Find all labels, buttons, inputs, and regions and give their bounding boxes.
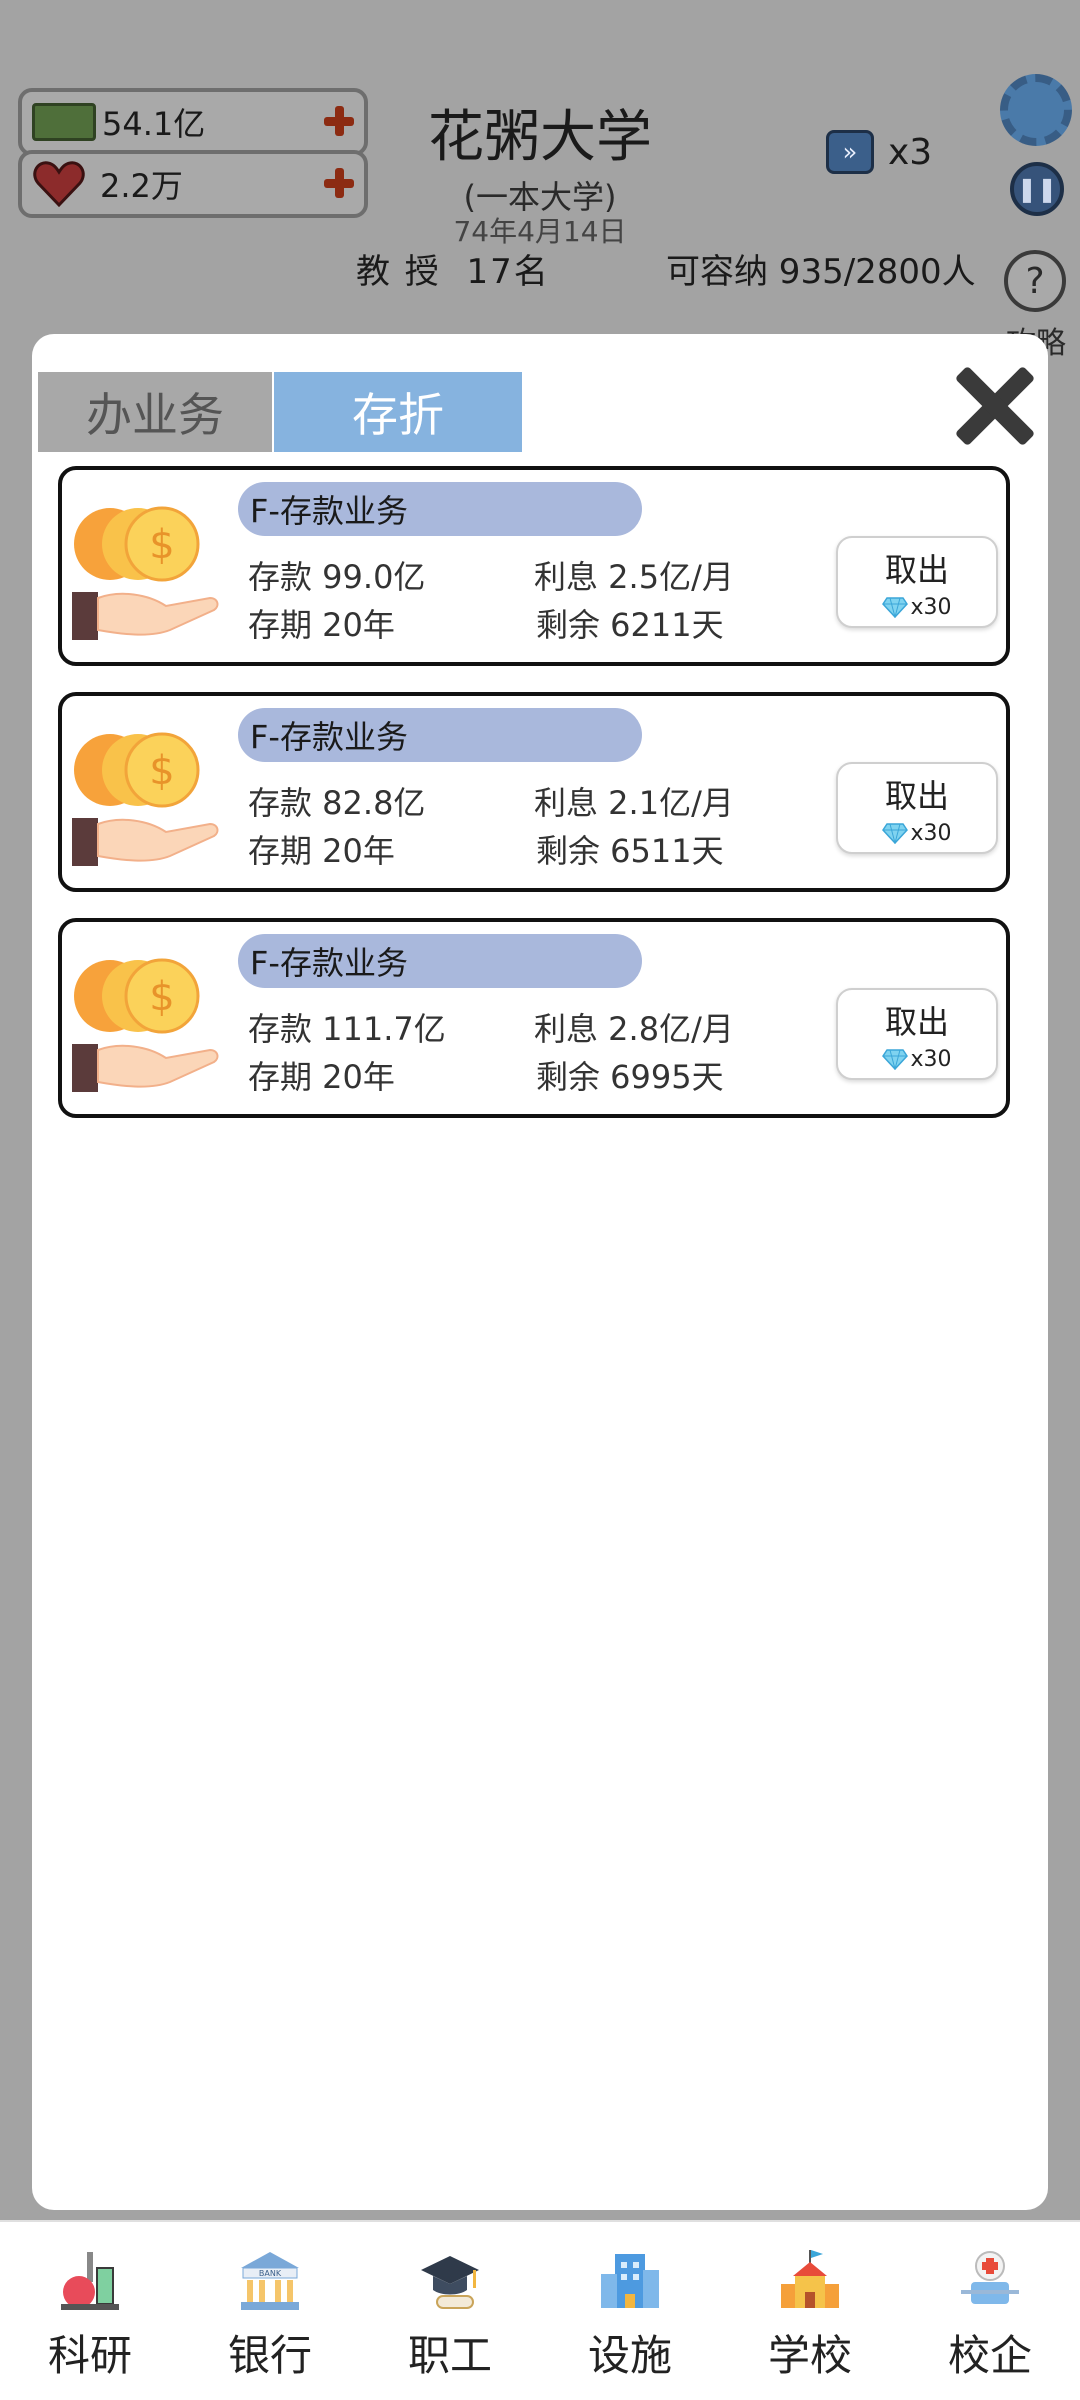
nav-label: 职工 (407, 2331, 492, 2380)
deposit-amount: 存款 82.8亿 (248, 784, 426, 822)
building-icon (601, 2254, 659, 2308)
deposit-type-tag: F-存款业务 (238, 934, 642, 988)
withdraw-label: 取出 (884, 776, 949, 815)
nav-label: 校企 (947, 2331, 1032, 2380)
fast-forward-icon[interactable]: » (826, 130, 874, 174)
speed-control[interactable]: » x3 (826, 130, 932, 174)
diamond-icon (882, 823, 909, 844)
coin-hand-icon: $ (72, 506, 219, 640)
deposit-card: $ F-存款业务 存款 82.8亿 存期 20年 利息 2.1亿/月 剩余 65… (58, 692, 1010, 892)
deposit-interest: 利息 2.5亿/月 (534, 558, 734, 596)
diamond-icon (882, 597, 909, 618)
svg-text:$: $ (149, 748, 174, 794)
nav-staff[interactable]: 职工 (365, 2222, 535, 2383)
nav-bank[interactable]: BANK 银行 (185, 2222, 355, 2383)
nav-label: 科研 (47, 2331, 132, 2380)
medical-icon (961, 2251, 1019, 2304)
coin-hand-icon: $ (72, 732, 219, 866)
nav-enterprise[interactable]: 校企 (905, 2222, 1075, 2383)
withdraw-label: 取出 (884, 1002, 949, 1041)
svg-text:$: $ (149, 522, 174, 568)
deposit-interest: 利息 2.1亿/月 (534, 784, 734, 822)
professor-label: 教 授 (356, 252, 441, 292)
close-icon[interactable] (954, 364, 1034, 444)
tab-passbook[interactable]: 存折 (274, 372, 522, 452)
speed-label: x3 (888, 131, 933, 173)
deposit-term: 存期 20年 (248, 1058, 395, 1096)
nav-label: 学校 (767, 2331, 852, 2380)
svg-text:$: $ (149, 974, 174, 1020)
withdraw-cost: x30 (882, 820, 952, 846)
withdraw-cost-value: x30 (910, 594, 952, 620)
deposit-interest: 利息 2.8亿/月 (534, 1010, 734, 1048)
school-icon (781, 2250, 839, 2308)
deposit-term: 存期 20年 (248, 832, 395, 870)
deposit-remaining: 剩余 6511天 (536, 832, 724, 870)
deposit-type-tag: F-存款业务 (238, 482, 642, 536)
help-icon[interactable]: ? (1004, 250, 1066, 312)
deposit-amount: 存款 99.0亿 (248, 558, 426, 596)
nav-research[interactable]: 科研 (5, 2222, 175, 2383)
withdraw-cost: x30 (882, 1046, 952, 1072)
nav-facilities[interactable]: 设施 (545, 2222, 715, 2383)
deposit-remaining: 剩余 6995天 (536, 1058, 724, 1096)
pause-icon[interactable]: ❚❚ (1010, 162, 1064, 216)
withdraw-button[interactable]: 取出 x30 (836, 988, 998, 1080)
coin-hand-icon: $ (72, 958, 219, 1092)
deposit-card: $ F-存款业务 存款 99.0亿 存期 20年 利息 2.5亿/月 剩余 62… (58, 466, 1010, 666)
withdraw-cost-value: x30 (910, 1046, 952, 1072)
deposit-list: $ F-存款业务 存款 99.0亿 存期 20年 利息 2.5亿/月 剩余 62… (58, 466, 1010, 1144)
tab-business[interactable]: 办业务 (38, 372, 272, 452)
deposit-type-tag: F-存款业务 (238, 708, 642, 762)
deposit-term: 存期 20年 (248, 606, 395, 644)
bottom-nav: 科研 BANK 银行 职工 设施 学校 校企 (0, 2220, 1080, 2400)
withdraw-cost-value: x30 (910, 820, 952, 846)
professor-info: 教 授 17名 (356, 244, 550, 293)
modal-tabs: 办业务 存折 (38, 372, 522, 452)
bank-modal: 办业务 存折 $ F-存款业务 存款 99.0亿 存期 20年 利息 2.5亿/… (32, 334, 1048, 2210)
withdraw-label: 取出 (884, 550, 949, 589)
nav-label: 设施 (587, 2331, 672, 2380)
professor-count: 17名 (466, 252, 550, 292)
deposit-amount: 存款 111.7亿 (248, 1010, 446, 1048)
bank-icon: BANK (241, 2252, 299, 2310)
withdraw-cost: x30 (882, 594, 952, 620)
gear-icon[interactable] (1000, 74, 1072, 146)
svg-text:BANK: BANK (259, 2269, 282, 2278)
nav-school[interactable]: 学校 (725, 2222, 895, 2383)
graduation-cap-icon (421, 2256, 479, 2309)
diamond-icon (882, 1049, 909, 1070)
withdraw-button[interactable]: 取出 x30 (836, 536, 998, 628)
capacity-info: 可容纳 935/2800人 (666, 252, 976, 292)
deposit-remaining: 剩余 6211天 (536, 606, 724, 644)
deposit-card: $ F-存款业务 存款 111.7亿 存期 20年 利息 2.8亿/月 剩余 6… (58, 918, 1010, 1118)
withdraw-button[interactable]: 取出 x30 (836, 762, 998, 854)
nav-label: 银行 (227, 2331, 312, 2380)
flask-icon (61, 2252, 119, 2310)
